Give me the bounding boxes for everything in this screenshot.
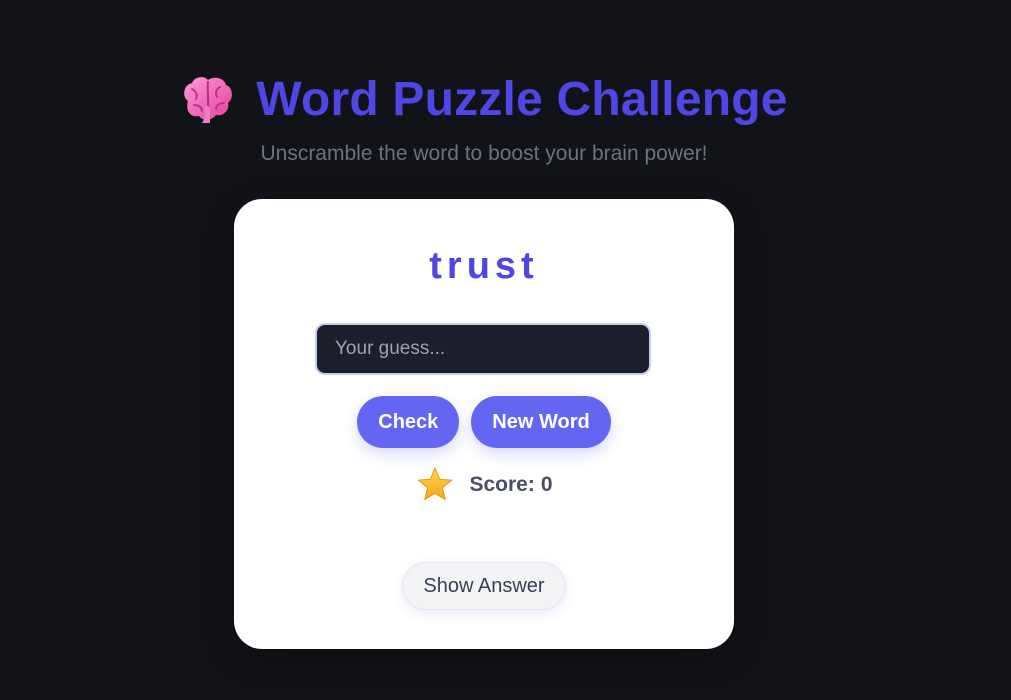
page-title: Word Puzzle Challenge: [256, 72, 788, 126]
scrambled-word: trust: [429, 245, 539, 287]
score-row: Score: 0: [234, 465, 734, 505]
score-label: Score:: [469, 473, 535, 496]
puzzle-card: trust Check New Word Score: 0 Show Answe…: [234, 199, 734, 649]
header: Word Puzzle Challenge Unscramble the wor…: [0, 64, 968, 166]
brain-icon: [180, 75, 234, 123]
score-value: 0: [540, 473, 553, 496]
score-display: Score: 0: [469, 473, 552, 497]
guess-input[interactable]: [315, 323, 651, 375]
action-buttons: Check New Word: [234, 396, 734, 448]
check-button[interactable]: Check: [357, 396, 460, 448]
page-subtitle: Unscramble the word to boost your brain …: [260, 142, 708, 165]
show-answer-button[interactable]: Show Answer: [402, 562, 566, 610]
title-row: Word Puzzle Challenge: [0, 64, 968, 134]
star-icon: [415, 465, 455, 505]
new-word-button[interactable]: New Word: [471, 396, 611, 448]
